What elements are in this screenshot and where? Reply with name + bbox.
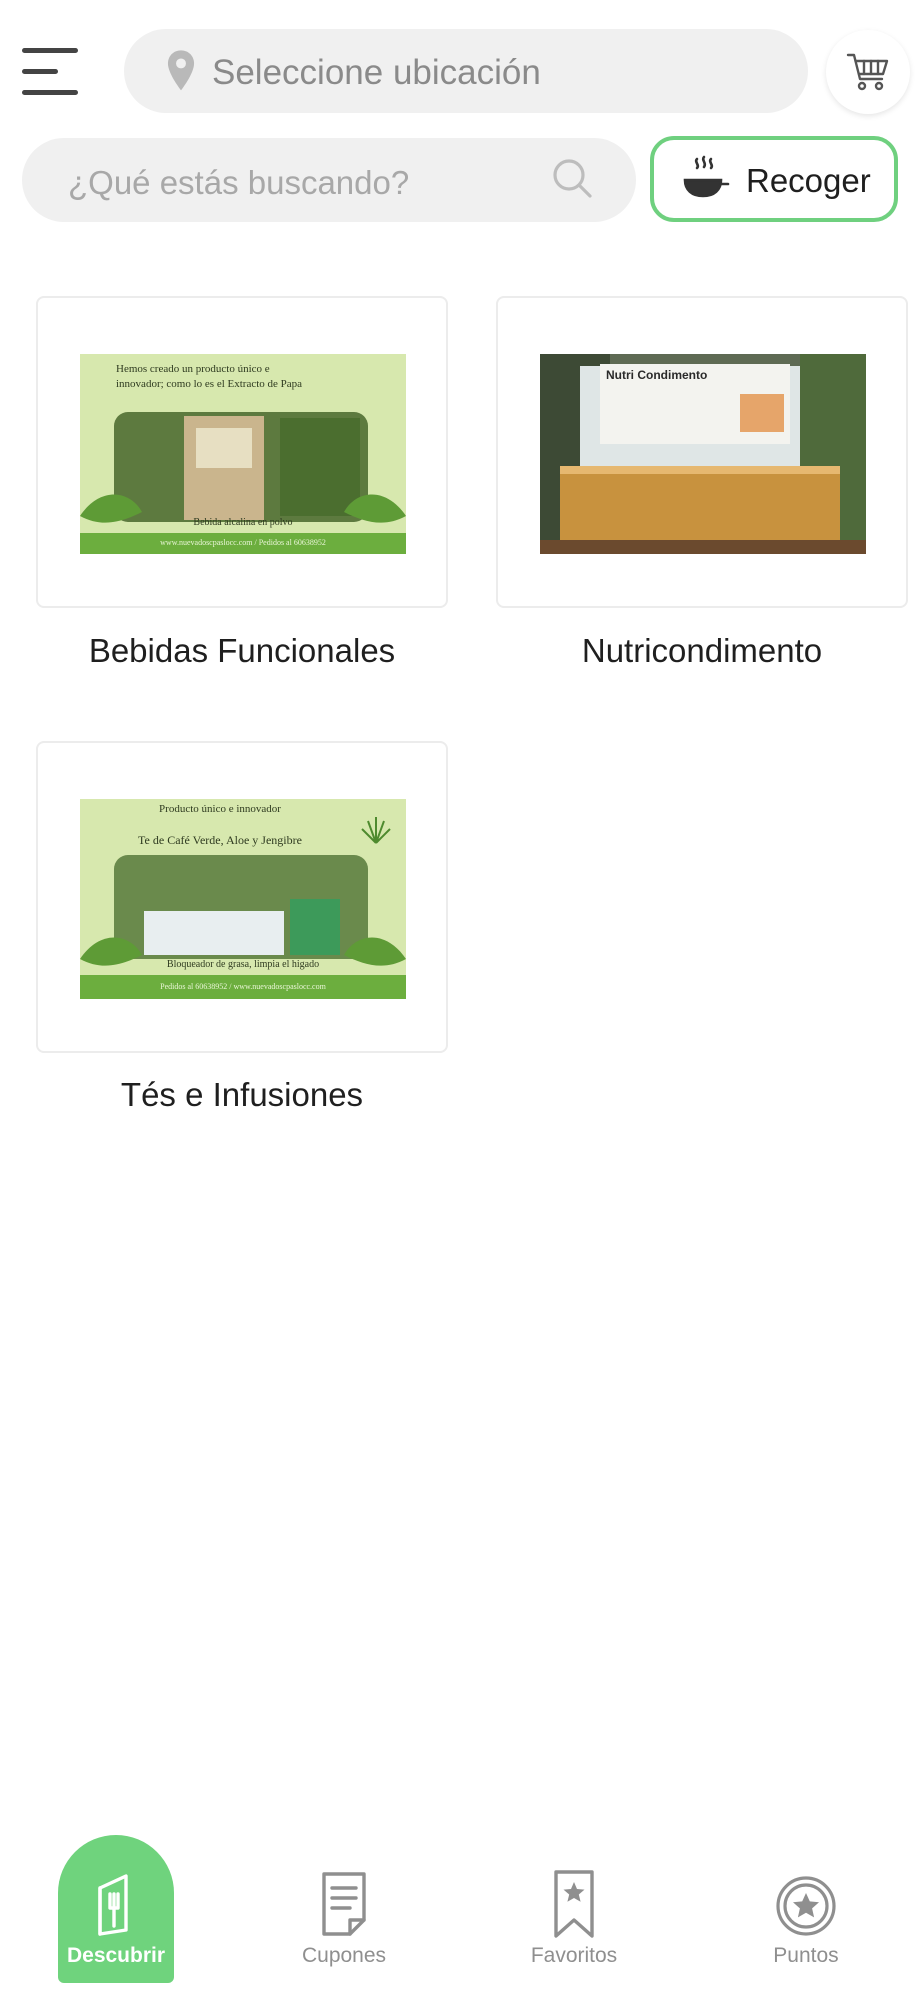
image-text: www.nuevadoscpaslocc.com / Pedidos al 60… bbox=[160, 538, 326, 547]
pan-steam-icon bbox=[683, 155, 730, 198]
image-text: Bloqueador de grasa, limpia el higado bbox=[166, 959, 320, 970]
category-label[interactable]: Bebidas Funcionales bbox=[36, 632, 448, 670]
pickup-button[interactable]: Recoger bbox=[650, 136, 898, 222]
image-text: Producto único e innovador bbox=[159, 803, 281, 815]
category-label[interactable]: Tés e Infusiones bbox=[36, 1076, 448, 1114]
tab-cupones[interactable]: Cupones bbox=[254, 1860, 434, 1990]
category-card-bebidas-funcionales[interactable]: Hemos creado un producto único e innovad… bbox=[36, 296, 448, 608]
coupon-document-icon bbox=[322, 1872, 366, 1936]
tab-descubrir[interactable]: Descubrir bbox=[26, 1860, 206, 1990]
search-input[interactable]: ¿Qué estás buscando? bbox=[68, 164, 409, 202]
category-image: Producto único e innovador Te de Café Ve… bbox=[80, 799, 406, 999]
category-label[interactable]: Nutricondimento bbox=[496, 632, 908, 670]
tab-puntos[interactable]: Puntos bbox=[716, 1860, 896, 1990]
image-text: Pedidos al 60638952 / www.nuevadoscpaslo… bbox=[160, 982, 326, 991]
map-pin-icon bbox=[167, 50, 195, 91]
category-image: Nutri Condimento bbox=[540, 354, 866, 554]
star-circle-icon bbox=[776, 1876, 836, 1936]
location-selector[interactable]: Seleccione ubicación bbox=[124, 29, 808, 113]
tab-label: Cupones bbox=[301, 1944, 387, 1967]
tab-label: Puntos bbox=[773, 1944, 839, 1967]
pickup-label: Recoger bbox=[746, 162, 871, 199]
image-text: Nutri Condimento bbox=[606, 368, 708, 382]
tab-label: Favoritos bbox=[530, 1944, 618, 1967]
image-text: Hemos creado un producto único e bbox=[116, 363, 270, 375]
location-placeholder: Seleccione ubicación bbox=[212, 53, 541, 92]
bookmark-star-icon bbox=[554, 1870, 594, 1938]
search-icon[interactable] bbox=[550, 156, 594, 200]
image-text: innovador; como lo es el Extracto de Pap… bbox=[116, 378, 303, 390]
menu-book-utensils-icon bbox=[98, 1874, 128, 1936]
shopping-cart-icon bbox=[846, 53, 889, 91]
search-bar[interactable]: ¿Qué estás buscando? bbox=[22, 138, 636, 222]
tab-label: Descubrir bbox=[66, 1944, 166, 1967]
category-card-nutricondimento[interactable]: Nutri Condimento bbox=[496, 296, 908, 608]
cart-button[interactable] bbox=[826, 30, 910, 114]
image-text: Bebida alcalina en polvo bbox=[193, 517, 293, 528]
hamburger-menu-icon[interactable] bbox=[18, 48, 80, 98]
image-text: Te de Café Verde, Aloe y Jengibre bbox=[138, 833, 302, 847]
category-image: Hemos creado un producto único e innovad… bbox=[80, 354, 406, 554]
tab-favoritos[interactable]: Favoritos bbox=[484, 1860, 664, 1990]
category-card-tes-infusiones[interactable]: Producto único e innovador Te de Café Ve… bbox=[36, 741, 448, 1053]
